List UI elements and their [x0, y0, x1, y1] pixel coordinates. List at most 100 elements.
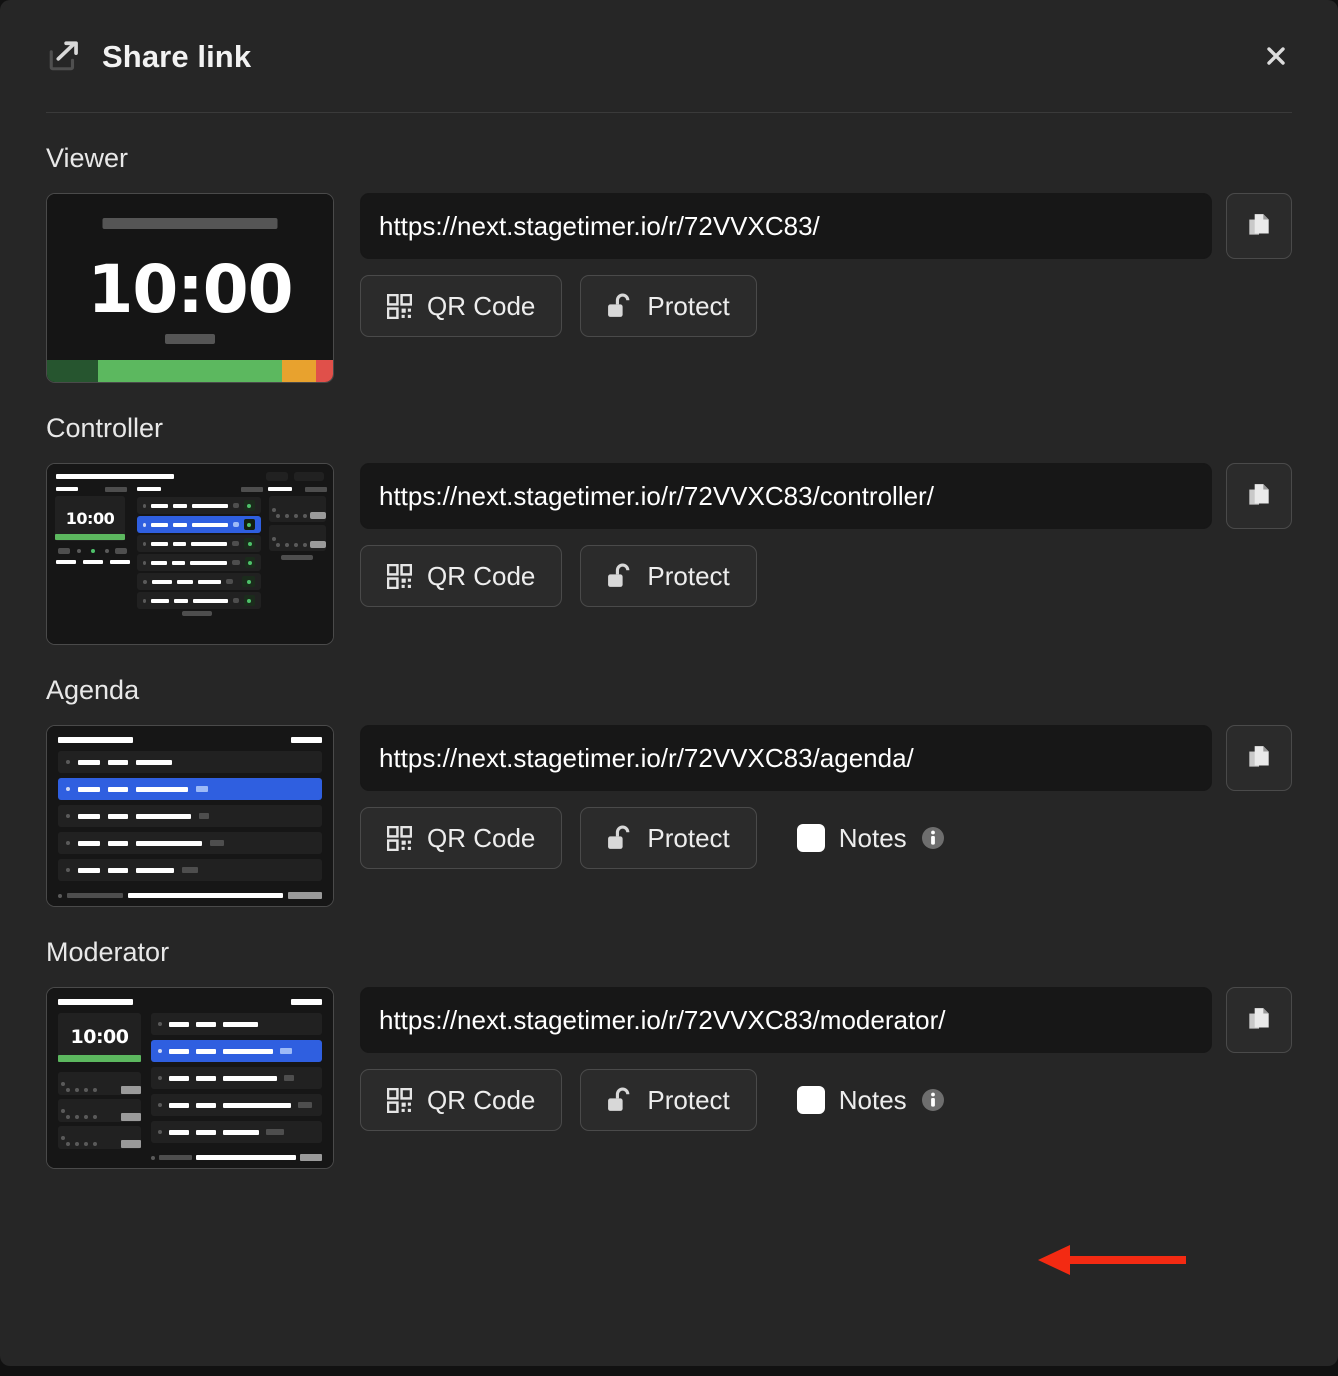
preview-agenda-row: [151, 1013, 322, 1035]
moderator-notes-toggle[interactable]: Notes: [796, 1084, 945, 1116]
preview-col2-label: [137, 487, 161, 491]
preview-topbar-meta: [291, 999, 322, 1005]
moderator-protect-button[interactable]: Protect: [580, 1069, 757, 1131]
preview-row-cell-3: [136, 759, 172, 765]
preview-left-foot-3: [110, 560, 130, 564]
preview-row-content: [137, 592, 261, 609]
preview-footer-track-left: [67, 893, 123, 898]
viewer-url-input[interactable]: [360, 193, 1212, 259]
section-moderator: Moderator 10:00 https://next.stagetimer.…: [46, 939, 1292, 1169]
agenda-protect-label: Protect: [647, 822, 730, 853]
unlocked-padlock-icon: [608, 1087, 630, 1111]
preview-row-cell-2: [172, 560, 186, 565]
preview-row-cell-4: [232, 522, 239, 527]
preview-topbar-button-2: [294, 472, 324, 481]
moderator-preview-timer-panel: 10:00: [58, 1013, 141, 1061]
preview-row-cell-3: [136, 813, 191, 819]
controller-qr-code-label: QR Code: [427, 560, 536, 591]
agenda-preview-thumbnail[interactable]: [46, 725, 334, 907]
section-viewer: Viewer 10:00 https://next.stagetimer.io/…: [46, 145, 1292, 383]
preview-row-cell-3: [192, 503, 228, 508]
moderator-url-input[interactable]: [360, 987, 1212, 1053]
preview-row-cell-2: [108, 759, 128, 765]
viewer-qr-code-label: QR Code: [427, 290, 536, 321]
agenda-preview-body: [47, 726, 333, 906]
section-title-viewer: Viewer: [46, 143, 129, 173]
info-icon[interactable]: [921, 1088, 945, 1112]
moderator-qr-code-button[interactable]: QR Code: [360, 1069, 563, 1131]
preview-row-dot: [143, 541, 147, 546]
preview-row-action-dot: [247, 522, 252, 527]
controller-preview-thumbnail[interactable]: 10:00: [46, 463, 334, 645]
preview-agenda-row: [151, 1067, 322, 1089]
section-title-controller: Controller: [46, 413, 164, 443]
preview-row-cell-2: [196, 1129, 216, 1135]
preview-list-row: [137, 592, 261, 609]
preview-message-pip: [84, 1088, 88, 1092]
preview-row-dot: [143, 522, 147, 527]
preview-message-pip: [66, 1115, 70, 1119]
agenda-notes-checkbox[interactable]: [796, 824, 825, 852]
moderator-notes-checkbox[interactable]: [796, 1086, 825, 1114]
preview-left-foot-2: [83, 560, 103, 564]
moderator-copy-button[interactable]: [1226, 987, 1292, 1053]
preview-row-action: [242, 576, 255, 587]
preview-row-cell-4: [199, 813, 209, 819]
section-controller: Controller 10:00 https://next.stagetimer…: [46, 415, 1292, 645]
moderator-preview-thumbnail[interactable]: 10:00: [46, 987, 334, 1169]
preview-message-action: [310, 541, 326, 548]
moderator-url-line: [360, 987, 1292, 1053]
preview-row-cell-4: [266, 1129, 284, 1135]
preview-row-cell-1: [169, 1021, 189, 1027]
agenda-protect-button[interactable]: Protect: [580, 807, 757, 869]
agenda-qr-code-button[interactable]: QR Code: [360, 807, 563, 869]
preview-list-row: [137, 535, 261, 552]
moderator-notes-label: Notes: [838, 1084, 907, 1115]
agenda-qr-code-label: QR Code: [427, 822, 536, 853]
preview-row-cell-2: [196, 1075, 216, 1081]
lock-icon-wrap: [607, 563, 632, 590]
preview-row-cell-4: [182, 867, 198, 873]
preview-footer-dot: [151, 1155, 155, 1160]
agenda-url-line: [360, 725, 1292, 791]
preview-row-cell-4: [232, 503, 239, 508]
close-button[interactable]: [1256, 36, 1296, 76]
preview-message-dot: [272, 508, 276, 512]
viewer-protect-button[interactable]: Protect: [580, 275, 757, 337]
controller-protect-button[interactable]: Protect: [580, 545, 757, 607]
info-icon[interactable]: [921, 826, 945, 850]
preview-row-dot: [66, 760, 70, 764]
agenda-copy-button[interactable]: [1226, 725, 1292, 791]
preview-footer-track-left: [159, 1155, 192, 1160]
preview-message-pip: [285, 514, 289, 518]
preview-message-action: [121, 1113, 141, 1121]
controller-copy-button[interactable]: [1226, 463, 1292, 529]
preview-row-action: [244, 557, 255, 568]
viewer-qr-code-button[interactable]: QR Code: [360, 275, 563, 337]
close-icon: [1267, 47, 1285, 65]
controller-preview-body: 10:00: [47, 464, 333, 644]
preview-topbar-title: [58, 999, 133, 1005]
copy-icon: [1249, 214, 1269, 235]
preview-topbar-title: [56, 474, 174, 479]
agenda-url-input[interactable]: [360, 725, 1212, 791]
moderator-preview-time: 10:00: [70, 1026, 129, 1048]
controller-qr-code-button[interactable]: QR Code: [360, 545, 563, 607]
qr-code-icon-wrap: [387, 825, 412, 851]
controller-protect-label: Protect: [647, 560, 730, 591]
moderator-actions: QR Code Protect Notes: [360, 1069, 1292, 1131]
preview-row-cell-4: [298, 1102, 312, 1108]
preview-row-dot: [143, 503, 147, 508]
lock-icon-wrap: [607, 293, 632, 320]
viewer-copy-button[interactable]: [1226, 193, 1292, 259]
preview-topbar-button-1: [266, 472, 288, 481]
preview-row-content: [137, 535, 261, 552]
preview-row-action-dot: [247, 560, 252, 565]
viewer-preview-thumbnail[interactable]: 10:00: [46, 193, 334, 383]
preview-row-cell-4: [280, 1048, 292, 1054]
moderator-qr-code-label: QR Code: [427, 1084, 536, 1115]
agenda-notes-toggle[interactable]: Notes: [796, 823, 945, 854]
preview-row-dot: [158, 1022, 162, 1026]
preview-row-cell-4: [232, 598, 239, 603]
controller-url-input[interactable]: [360, 463, 1212, 529]
